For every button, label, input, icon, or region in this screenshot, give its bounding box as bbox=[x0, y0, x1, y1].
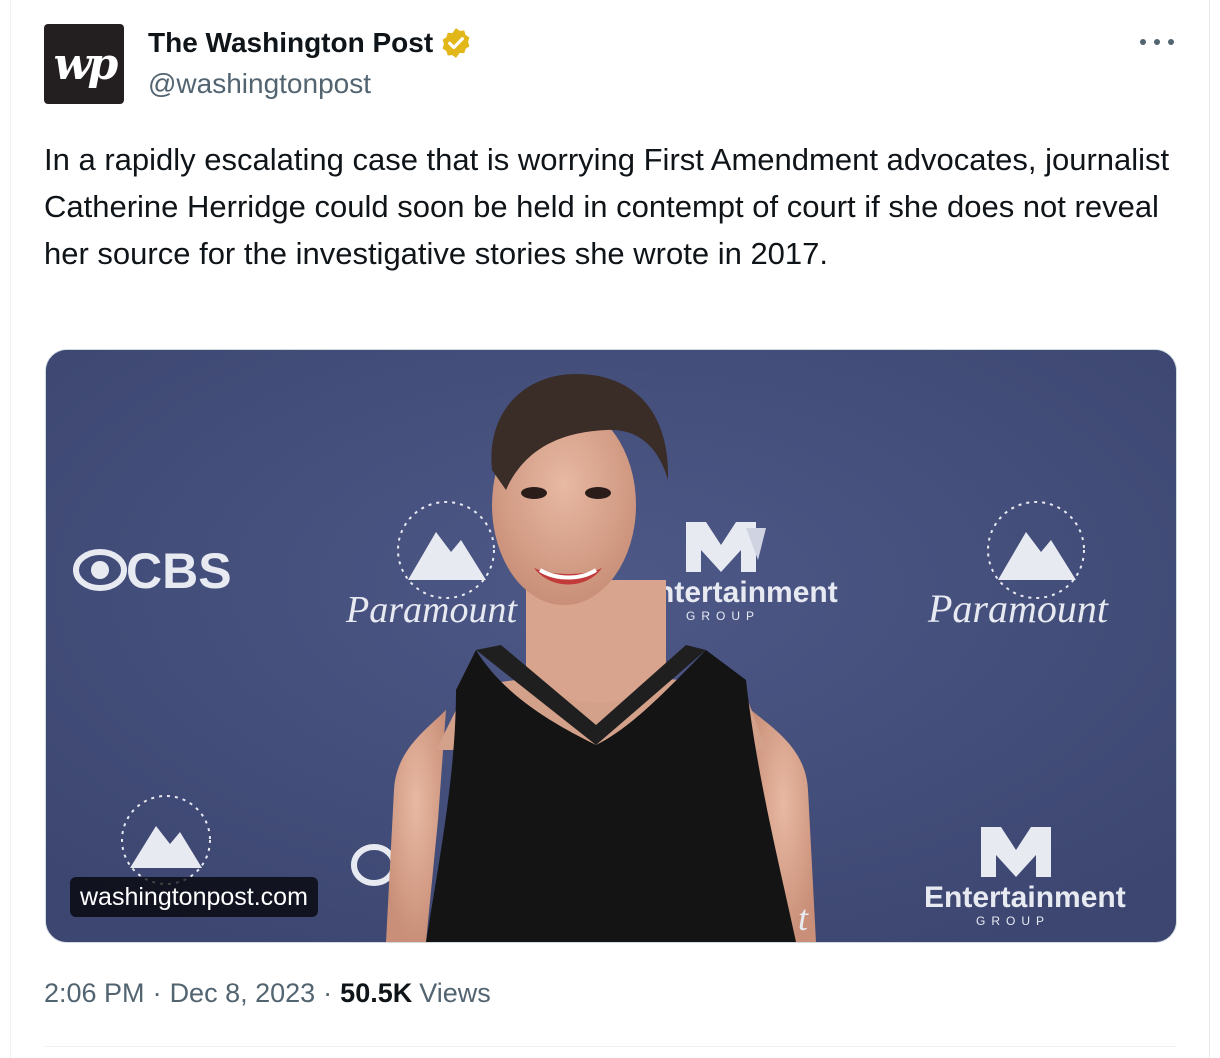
svg-text:GROUP: GROUP bbox=[686, 609, 760, 623]
svg-text:CBS: CBS bbox=[126, 543, 232, 599]
backdrop-partial-text: t bbox=[798, 898, 809, 938]
tweet-time[interactable]: 2:06 PM bbox=[44, 978, 145, 1009]
backdrop-cbs-logo: CBS bbox=[73, 543, 232, 599]
verified-badge-icon bbox=[442, 28, 470, 58]
timeline-border-right bbox=[1209, 0, 1210, 1058]
svg-text:GROUP: GROUP bbox=[976, 914, 1050, 928]
svg-text:Entertainment: Entertainment bbox=[636, 576, 838, 609]
views-count[interactable]: 50.5K bbox=[340, 978, 412, 1009]
tweet-text: In a rapidly escalating case that is wor… bbox=[44, 142, 1170, 271]
meta-separator: · bbox=[152, 978, 162, 1008]
svg-text:Paramount: Paramount bbox=[927, 586, 1109, 631]
more-dots-icon bbox=[1140, 39, 1146, 45]
svg-text:Paramount: Paramount bbox=[345, 589, 518, 631]
media-photo: CBS Paramount Entertainment GROUP Paramo… bbox=[46, 350, 1176, 942]
link-domain-badge[interactable]: washingtonpost.com bbox=[70, 877, 318, 917]
meta-separator: · bbox=[323, 978, 333, 1008]
divider bbox=[44, 1046, 1176, 1047]
tweet-meta: 2:06 PM · Dec 8, 2023 · 50.5K Views bbox=[44, 978, 491, 1009]
tweet-media-image[interactable]: CBS Paramount Entertainment GROUP Paramo… bbox=[45, 349, 1177, 943]
timeline-border-left bbox=[10, 0, 11, 1058]
more-options-button[interactable] bbox=[1140, 30, 1174, 54]
author-handle[interactable]: @washingtonpost bbox=[148, 68, 371, 100]
tweet-date[interactable]: Dec 8, 2023 bbox=[170, 978, 316, 1009]
display-name[interactable]: The Washington Post bbox=[148, 27, 433, 59]
svg-text:Entertainment: Entertainment bbox=[924, 881, 1126, 914]
author-name-row[interactable]: The Washington Post bbox=[148, 26, 473, 60]
views-label[interactable]: Views bbox=[419, 978, 491, 1009]
avatar[interactable]: wp bbox=[44, 24, 124, 104]
avatar-logo-text: wp bbox=[53, 38, 119, 90]
